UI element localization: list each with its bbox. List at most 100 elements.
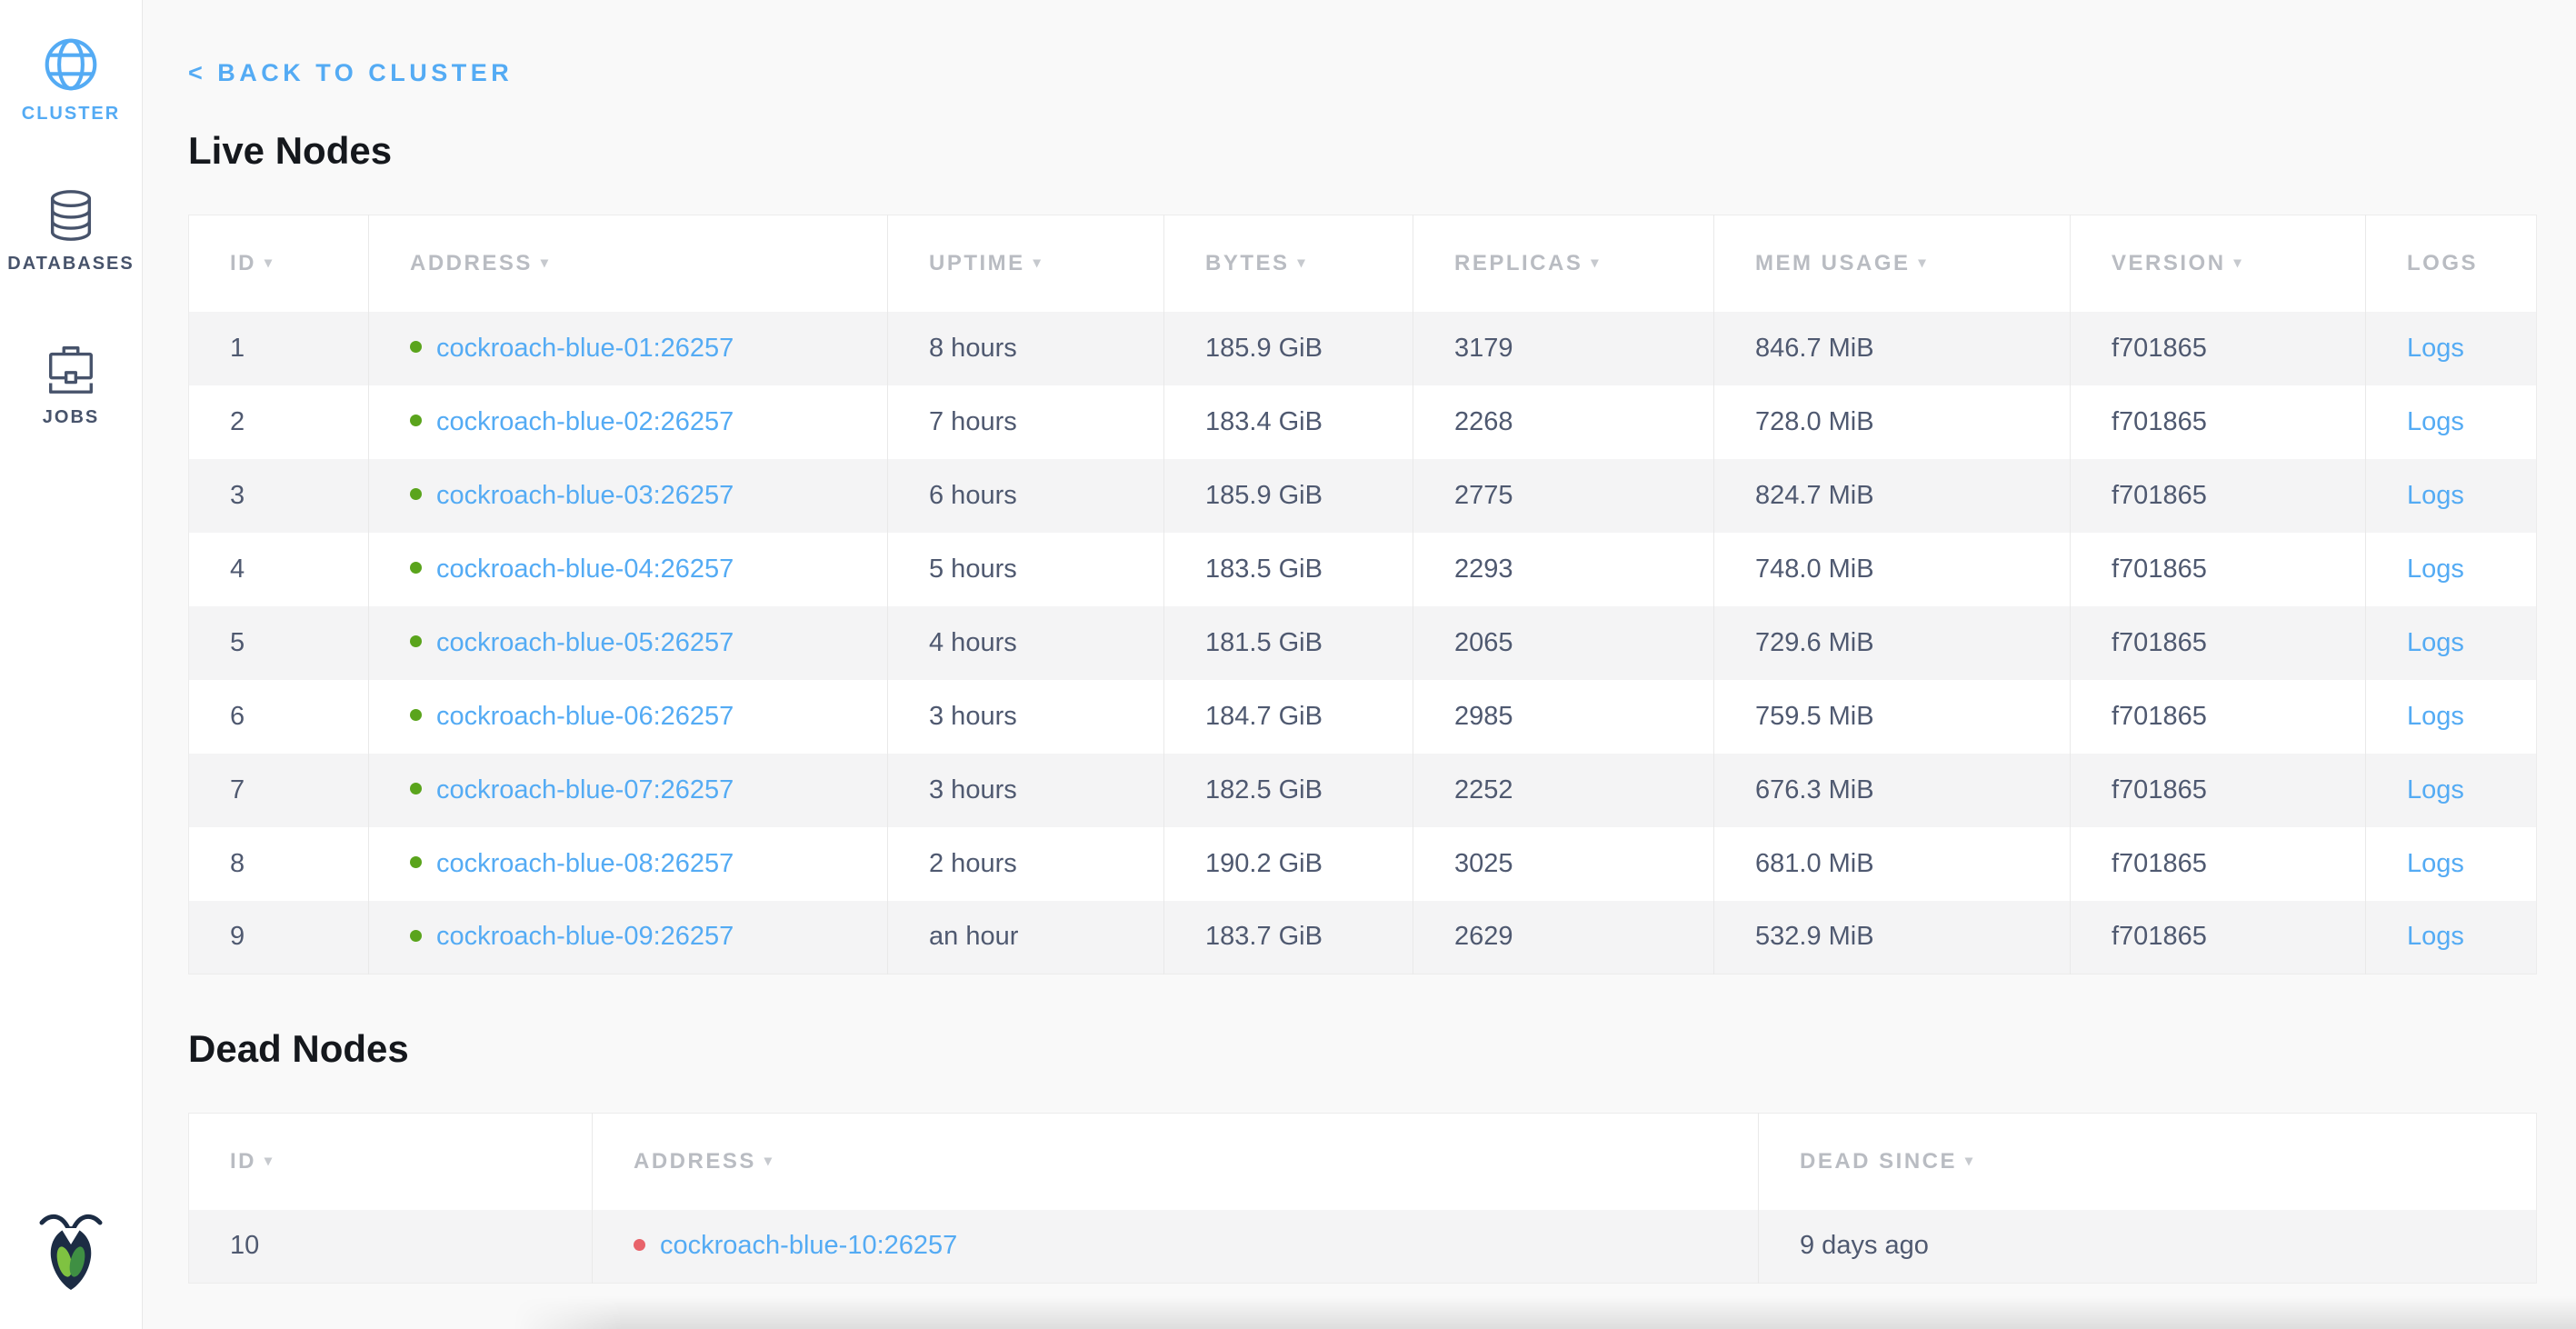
node-address-link[interactable]: cockroach-blue-08:26257 — [436, 849, 734, 878]
mem-usage-cell: 729.6 MiB — [1714, 606, 2071, 680]
sidebar-item-databases[interactable]: DATABASES — [7, 186, 134, 275]
sort-arrow-icon: ▾ — [2234, 255, 2242, 271]
dead-nodes-table: ID▾ADDRESS▾DEAD SINCE▾10cockroach-blue-1… — [188, 1113, 2537, 1284]
logs-link[interactable]: Logs — [2407, 334, 2464, 363]
bytes-cell: 184.7 GiB — [1164, 680, 1413, 754]
sidebar: CLUSTER DATABASES JOBS — [0, 0, 143, 1329]
id-cell: 1 — [189, 312, 369, 385]
node-address-link[interactable]: cockroach-blue-09:26257 — [436, 922, 734, 951]
node-address-link[interactable]: cockroach-blue-07:26257 — [436, 775, 734, 804]
version-cell: f701865 — [2071, 459, 2366, 533]
column-header-replicas[interactable]: REPLICAS▾ — [1413, 215, 1714, 312]
logs-link[interactable]: Logs — [2407, 849, 2464, 878]
uptime-cell: an hour — [888, 901, 1164, 974]
globe-icon — [41, 35, 101, 95]
replicas-cell: 2268 — [1413, 385, 1714, 459]
live-nodes-title: Live Nodes — [188, 129, 2576, 173]
logs-cell: Logs — [2366, 680, 2537, 754]
column-header-dead-since[interactable]: DEAD SINCE▾ — [1759, 1114, 2537, 1210]
bytes-cell: 185.9 GiB — [1164, 459, 1413, 533]
node-status-dot — [410, 783, 422, 794]
column-header-label: ADDRESS — [634, 1149, 756, 1174]
column-header-label: DEAD SINCE — [1800, 1149, 1957, 1174]
node-status-dot — [634, 1239, 645, 1251]
column-header-label: ADDRESS — [410, 251, 533, 275]
logs-link[interactable]: Logs — [2407, 481, 2464, 510]
logs-cell: Logs — [2366, 827, 2537, 901]
table-header-row: ID▾ADDRESS▾UPTIME▾BYTES▾REPLICAS▾MEM USA… — [189, 215, 2537, 312]
uptime-cell: 5 hours — [888, 533, 1164, 606]
column-header-mem-usage[interactable]: MEM USAGE▾ — [1714, 215, 2071, 312]
node-address-link[interactable]: cockroach-blue-10:26257 — [660, 1231, 957, 1260]
sort-arrow-icon: ▾ — [1033, 255, 1041, 271]
replicas-cell: 2293 — [1413, 533, 1714, 606]
column-header-id[interactable]: ID▾ — [189, 215, 369, 312]
mem-usage-cell: 846.7 MiB — [1714, 312, 2071, 385]
node-address-link[interactable]: cockroach-blue-04:26257 — [436, 555, 734, 584]
node-status-dot — [410, 488, 422, 500]
node-status-dot — [410, 930, 422, 942]
id-cell: 6 — [189, 680, 369, 754]
address-cell: cockroach-blue-08:26257 — [369, 827, 888, 901]
back-to-cluster-link[interactable]: < BACK TO CLUSTER — [188, 58, 513, 87]
logs-link[interactable]: Logs — [2407, 775, 2464, 804]
sidebar-item-jobs[interactable]: JOBS — [43, 340, 99, 428]
node-status-dot — [410, 856, 422, 868]
logs-cell: Logs — [2366, 606, 2537, 680]
replicas-cell: 3179 — [1413, 312, 1714, 385]
replicas-cell: 2252 — [1413, 754, 1714, 827]
bytes-cell: 183.5 GiB — [1164, 533, 1413, 606]
node-address-link[interactable]: cockroach-blue-05:26257 — [436, 628, 734, 657]
uptime-cell: 6 hours — [888, 459, 1164, 533]
uptime-cell: 2 hours — [888, 827, 1164, 901]
mem-usage-cell: 748.0 MiB — [1714, 533, 2071, 606]
replicas-cell: 2065 — [1413, 606, 1714, 680]
address-cell: cockroach-blue-06:26257 — [369, 680, 888, 754]
address-cell: cockroach-blue-04:26257 — [369, 533, 888, 606]
mem-usage-cell: 676.3 MiB — [1714, 754, 2071, 827]
table-row: 8cockroach-blue-08:262572 hours190.2 GiB… — [189, 827, 2537, 901]
logs-link[interactable]: Logs — [2407, 628, 2464, 657]
table-row: 7cockroach-blue-07:262573 hours182.5 GiB… — [189, 754, 2537, 827]
id-cell: 8 — [189, 827, 369, 901]
mem-usage-cell: 681.0 MiB — [1714, 827, 2071, 901]
column-header-version[interactable]: VERSION▾ — [2071, 215, 2366, 312]
logs-cell: Logs — [2366, 459, 2537, 533]
logs-link[interactable]: Logs — [2407, 702, 2464, 731]
dead-nodes-title: Dead Nodes — [188, 1027, 2576, 1071]
version-cell: f701865 — [2071, 606, 2366, 680]
logs-link[interactable]: Logs — [2407, 922, 2464, 951]
table-row: 5cockroach-blue-05:262574 hours181.5 GiB… — [189, 606, 2537, 680]
logs-link[interactable]: Logs — [2407, 407, 2464, 436]
sidebar-item-label: DATABASES — [7, 254, 134, 275]
sort-arrow-icon: ▾ — [764, 1154, 772, 1169]
node-address-link[interactable]: cockroach-blue-06:26257 — [436, 702, 734, 731]
node-address-link[interactable]: cockroach-blue-02:26257 — [436, 407, 734, 436]
address-cell: cockroach-blue-10:26257 — [593, 1210, 1759, 1284]
column-header-uptime[interactable]: UPTIME▾ — [888, 215, 1164, 312]
id-cell: 9 — [189, 901, 369, 974]
address-cell: cockroach-blue-01:26257 — [369, 312, 888, 385]
column-header-address[interactable]: ADDRESS ▾ — [593, 1114, 1759, 1210]
table-row: 4cockroach-blue-04:262575 hours183.5 GiB… — [189, 533, 2537, 606]
column-header-bytes[interactable]: BYTES▾ — [1164, 215, 1413, 312]
column-header-label: LOGS — [2407, 251, 2478, 275]
sidebar-item-cluster[interactable]: CLUSTER — [22, 35, 120, 125]
node-address-link[interactable]: cockroach-blue-01:26257 — [436, 334, 734, 363]
logs-cell: Logs — [2366, 312, 2537, 385]
node-address-link[interactable]: cockroach-blue-03:26257 — [436, 481, 734, 510]
column-header-address[interactable]: ADDRESS▾ — [369, 215, 888, 312]
address-cell: cockroach-blue-02:26257 — [369, 385, 888, 459]
database-icon — [43, 186, 99, 245]
logs-link[interactable]: Logs — [2407, 555, 2464, 584]
uptime-cell: 7 hours — [888, 385, 1164, 459]
sort-arrow-icon: ▾ — [1298, 255, 1305, 271]
table-row: 6cockroach-blue-06:262573 hours184.7 GiB… — [189, 680, 2537, 754]
version-cell: f701865 — [2071, 312, 2366, 385]
cockroachdb-logo[interactable] — [35, 1210, 107, 1298]
column-header-id[interactable]: ID▾ — [189, 1114, 593, 1210]
node-status-dot — [410, 341, 422, 353]
table-header-row: ID▾ ADDRESS ▾ DEAD SINCE▾ — [189, 1114, 2537, 1210]
table-row: 3cockroach-blue-03:262576 hours185.9 GiB… — [189, 459, 2537, 533]
sort-arrow-icon: ▾ — [1591, 255, 1598, 271]
